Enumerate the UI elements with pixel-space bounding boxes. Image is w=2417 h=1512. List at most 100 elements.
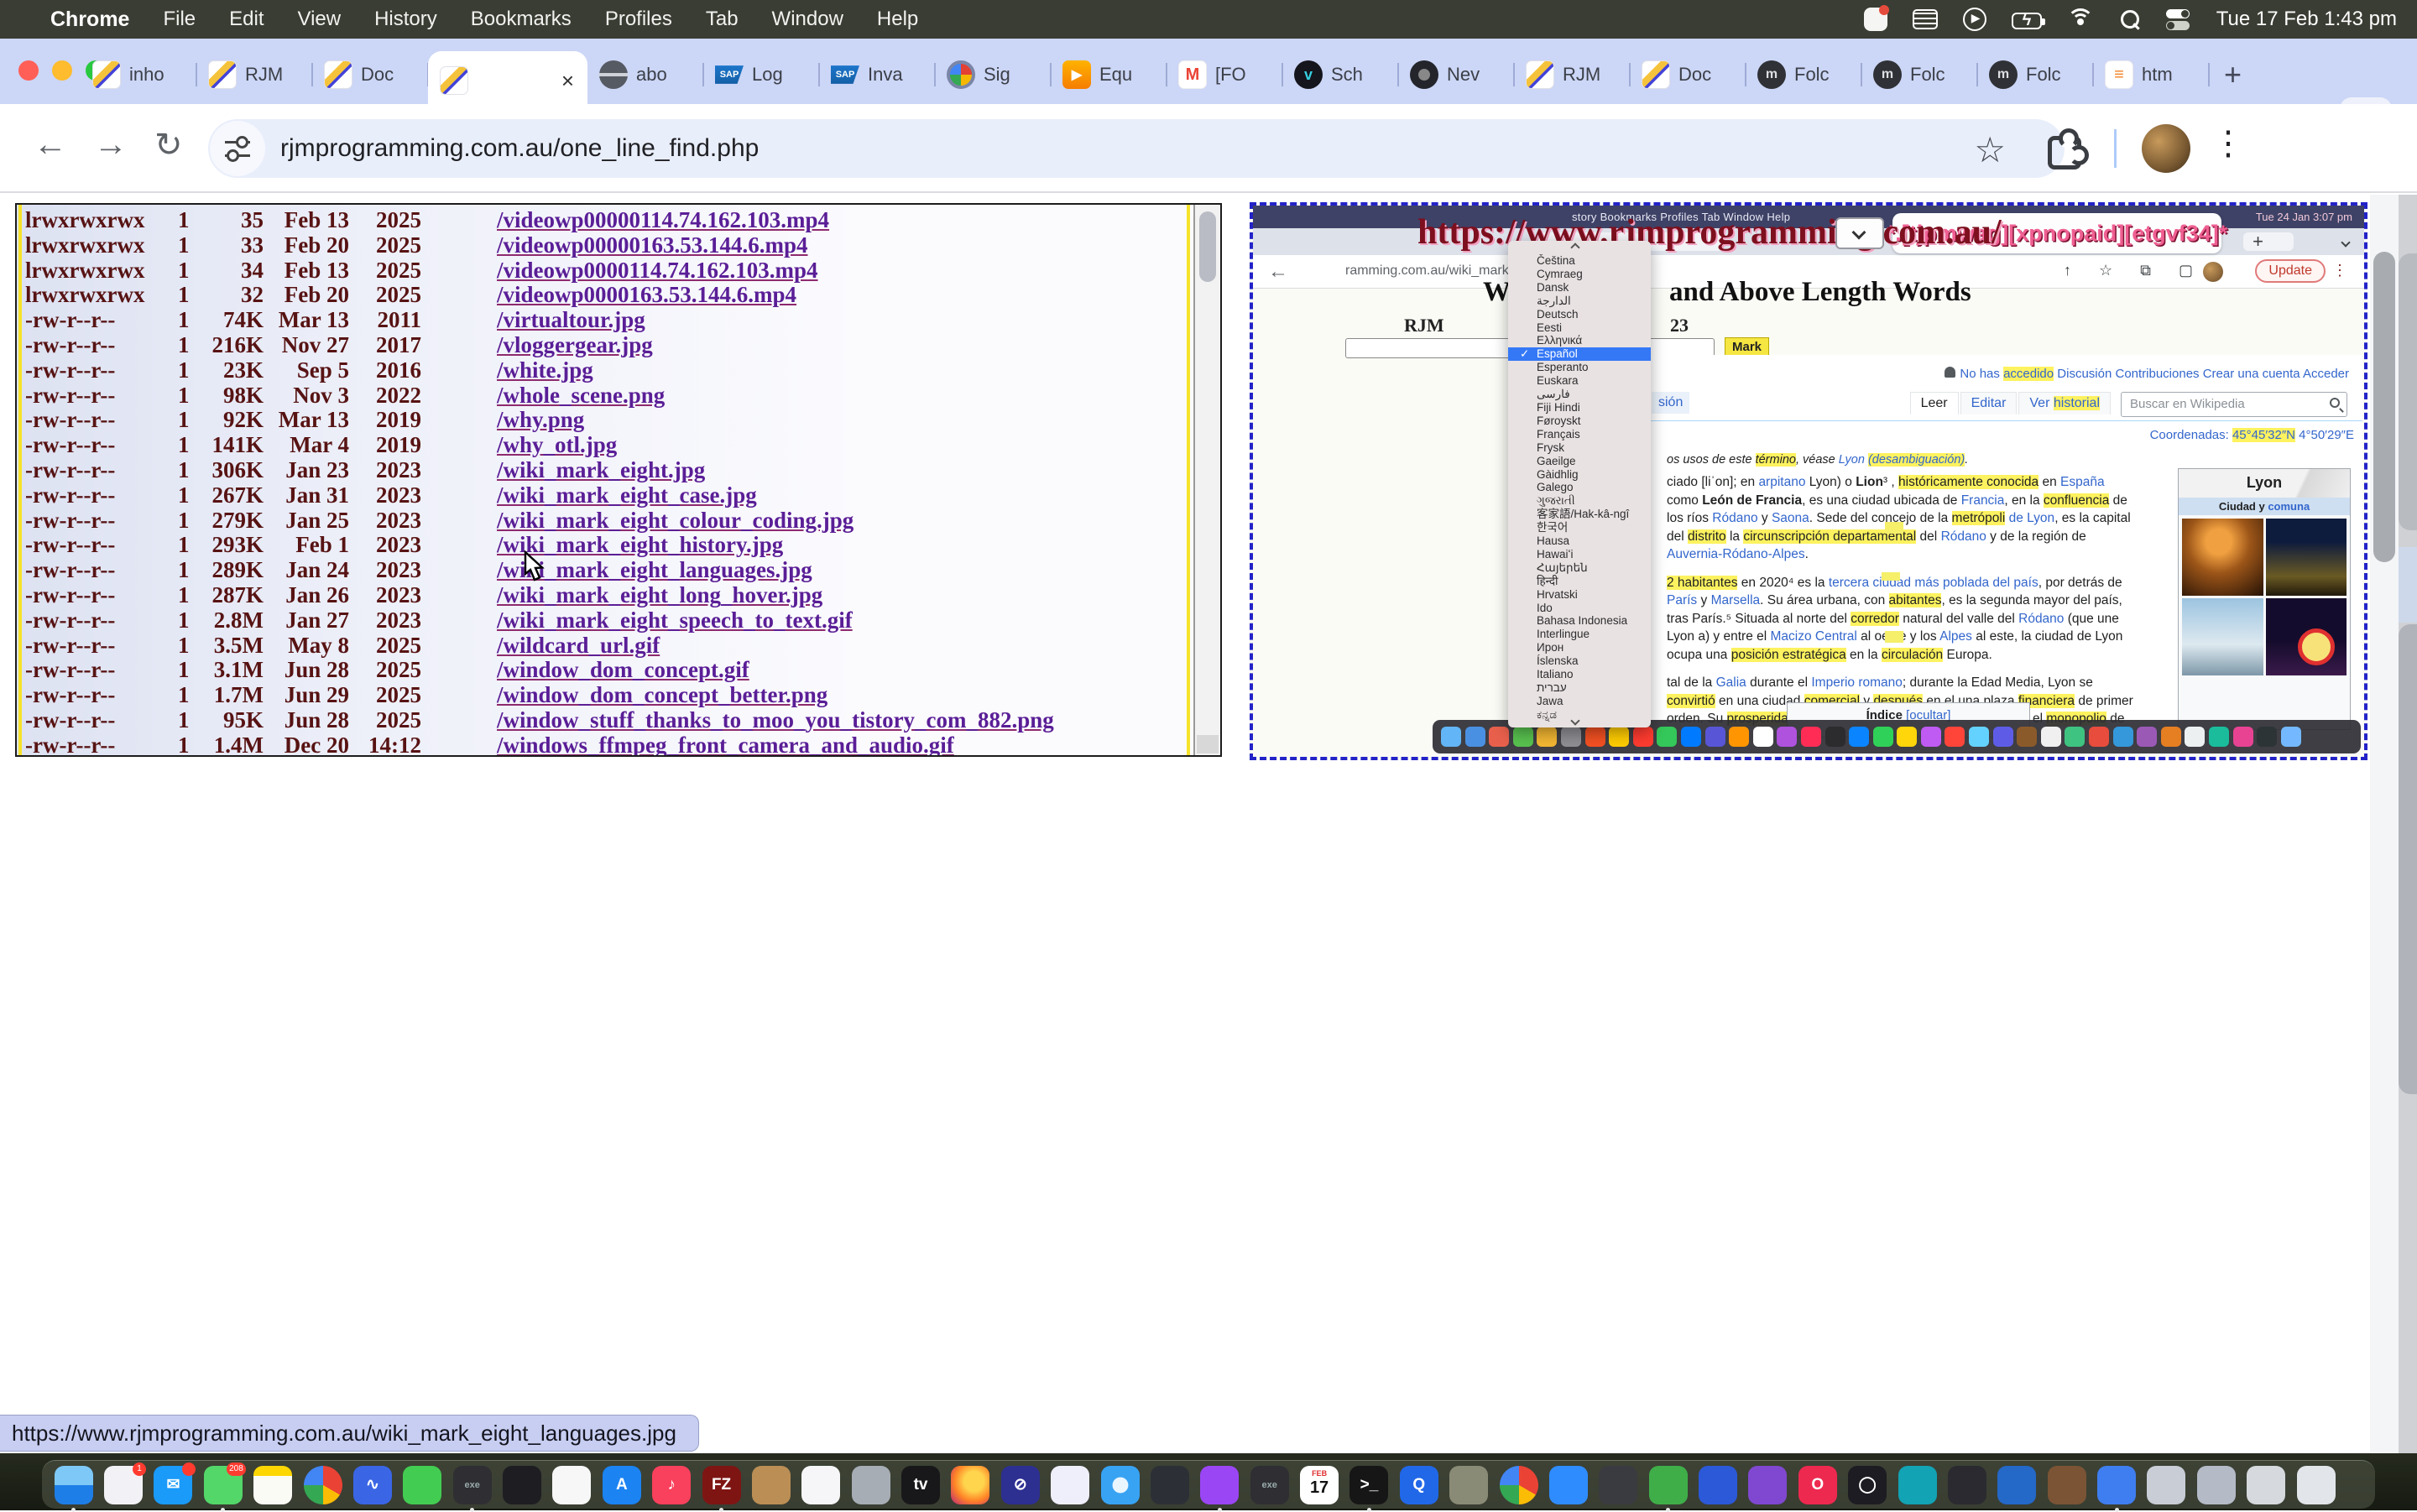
url-text[interactable]: rjmprogramming.com.au/one_line_find.php (280, 134, 759, 163)
dock-preview-dark[interactable] (1151, 1466, 1189, 1504)
file-link[interactable]: /white.jpg (497, 357, 593, 383)
dock-podcasts[interactable] (1200, 1466, 1239, 1504)
language-option-فارسی[interactable]: فارسی (1508, 388, 1651, 401)
language-option-Čeština[interactable]: Čeština (1508, 254, 1651, 268)
dock-finder[interactable] (55, 1466, 93, 1504)
language-option-Galego[interactable]: Galego (1508, 481, 1651, 494)
dock-filezilla[interactable]: FZ (702, 1466, 741, 1504)
file-link[interactable]: /why_otl.jpg (497, 432, 617, 458)
keyboard-icon[interactable] (1913, 9, 1938, 29)
language-option-Français[interactable]: Français (1508, 428, 1651, 441)
file-link[interactable]: /window_dom_concept.gif (497, 657, 749, 683)
browser-tab-Sch[interactable]: vSch (1282, 51, 1398, 98)
dock-messages[interactable]: 208 (204, 1466, 243, 1504)
language-option-الدارجة[interactable]: الدارجة (1508, 295, 1651, 308)
notification-app-icon[interactable] (1864, 8, 1887, 31)
playback-icon[interactable] (1963, 8, 1986, 31)
menubar-item-help[interactable]: Help (877, 8, 918, 30)
dock-keychain[interactable] (852, 1466, 890, 1504)
overlay-language-select[interactable] (1835, 217, 1884, 249)
dock-dark-app-2[interactable] (1948, 1466, 1986, 1504)
browser-tab-Inva[interactable]: SAPInva (819, 51, 935, 98)
menubar-item-tab[interactable]: Tab (706, 8, 739, 30)
language-option-Frysk[interactable]: Frysk (1508, 441, 1651, 455)
file-link[interactable]: /wildcard_url.gif (497, 633, 660, 659)
language-option-Español[interactable]: Español (1508, 347, 1651, 361)
language-option-Bahasa Indonesia[interactable]: Bahasa Indonesia (1508, 614, 1651, 628)
language-option-Esperanto[interactable]: Esperanto (1508, 361, 1651, 374)
language-option-Dansk[interactable]: Dansk (1508, 281, 1651, 295)
dock-mail[interactable]: ✉ (154, 1466, 192, 1504)
file-link[interactable]: /videowp00000163.53.144.6.mp4 (497, 232, 808, 258)
dock-app-store[interactable]: A (603, 1466, 641, 1504)
battery-charging-icon[interactable] (2012, 13, 2042, 29)
dock-textedit[interactable] (552, 1466, 591, 1504)
menubar-item-edit[interactable]: Edit (229, 8, 264, 30)
back-icon[interactable]: ← (34, 126, 67, 164)
dock-teal-app[interactable] (1898, 1466, 1937, 1504)
dock-iphone-mirroring[interactable] (503, 1466, 541, 1504)
dock-grey-app-2[interactable] (2247, 1466, 2285, 1504)
dock-blue-pen-app[interactable] (2097, 1466, 2136, 1504)
site-settings-icon[interactable] (210, 121, 265, 176)
file-link[interactable]: /window_dom_concept_better.png (497, 682, 827, 708)
dock-trash[interactable] (2297, 1466, 2336, 1504)
close-tab-icon[interactable]: × (556, 68, 579, 94)
dock-green-app[interactable] (1649, 1466, 1688, 1504)
wifi-icon[interactable] (2067, 8, 2094, 30)
browser-tab-Doc[interactable]: Doc (312, 51, 428, 98)
file-link[interactable]: /whole_scene.png (497, 383, 665, 409)
language-option-Gàidhlig[interactable]: Gàidhlig (1508, 468, 1651, 482)
listing-scrollbar[interactable] (1193, 205, 1220, 755)
dock-safari[interactable] (1101, 1466, 1140, 1504)
language-option-Føroyskt[interactable]: Føroyskt (1508, 414, 1651, 428)
menubar-app-name[interactable]: Chrome (50, 8, 129, 32)
language-option-Italiano[interactable]: Italiano (1508, 668, 1651, 681)
language-option-Euskara[interactable]: Euskara (1508, 374, 1651, 388)
new-tab-button[interactable]: + (2224, 57, 2242, 92)
language-option-हिन्दी[interactable]: हिन्दी (1508, 575, 1651, 588)
browser-tab-htm[interactable]: ≡htm (2093, 51, 2209, 98)
dock-facetime[interactable] (403, 1466, 441, 1504)
dock-downloads-stack[interactable] (2147, 1466, 2185, 1504)
file-link[interactable]: /videowp00000114.74.162.103.mp4 (497, 207, 829, 233)
dock-notes[interactable] (253, 1466, 292, 1504)
control-center-icon[interactable] (2166, 8, 2191, 30)
browser-tab-Folc[interactable]: mFolc (1977, 51, 2093, 98)
dock-wave-app[interactable]: ∿ (353, 1466, 392, 1504)
file-link[interactable]: /wiki_mark_eight_case.jpg (497, 482, 757, 508)
forward-icon[interactable]: → (94, 126, 128, 164)
dock-books[interactable] (1051, 1466, 1089, 1504)
dock-executable-1[interactable]: exe (453, 1466, 492, 1504)
file-link[interactable]: /window_stuff_thanks_to_moo_you_tistory_… (497, 707, 1054, 733)
browser-tab-Folc[interactable]: mFolc (1861, 51, 1977, 98)
menubar-item-bookmarks[interactable]: Bookmarks (471, 8, 572, 30)
extensions-icon[interactable] (2048, 136, 2081, 169)
bookmark-star-icon[interactable]: ☆ (1974, 129, 2006, 170)
language-option-Eesti[interactable]: Eesti (1508, 321, 1651, 335)
browser-tab-Log[interactable]: SAPLog (703, 51, 819, 98)
dock-grey-app-1[interactable] (2197, 1466, 2236, 1504)
dock-blocked-app[interactable]: ⊘ (1001, 1466, 1040, 1504)
listing-scrollbar-thumb[interactable] (1199, 211, 1216, 282)
menubar-item-view[interactable]: View (298, 8, 342, 30)
menubar-item-file[interactable]: File (163, 8, 196, 30)
file-link[interactable]: /vloggergear.jpg (497, 332, 653, 358)
file-link[interactable]: /why.png (497, 407, 584, 433)
browser-tab-active[interactable]: × (428, 51, 587, 110)
dock-executable-2[interactable]: exe (1250, 1466, 1289, 1504)
dock-photos-grid[interactable] (304, 1466, 342, 1504)
language-option-Deutsch[interactable]: Deutsch (1508, 308, 1651, 321)
browser-tab-RJM[interactable]: RJM (196, 51, 312, 98)
dock-purple-app[interactable] (1748, 1466, 1787, 1504)
language-option-Fiji Hindi[interactable]: Fiji Hindi (1508, 401, 1651, 414)
browser-tab-Nev[interactable]: Nev (1398, 51, 1514, 98)
dock-zoom[interactable] (1549, 1466, 1588, 1504)
language-option-Հայերեն[interactable]: Հայերեն (1508, 561, 1651, 575)
menubar-item-history[interactable]: History (374, 8, 437, 30)
dock-calendar[interactable]: FEB17 (1300, 1466, 1339, 1504)
language-option-ગુજરાતી[interactable]: ગુજરાતી (1508, 494, 1651, 508)
dock-edge-blue[interactable] (1997, 1466, 2036, 1504)
file-link[interactable]: /wiki_mark_eight_colour_coding.jpg (497, 508, 854, 534)
dock-brown-app[interactable] (2048, 1466, 2086, 1504)
